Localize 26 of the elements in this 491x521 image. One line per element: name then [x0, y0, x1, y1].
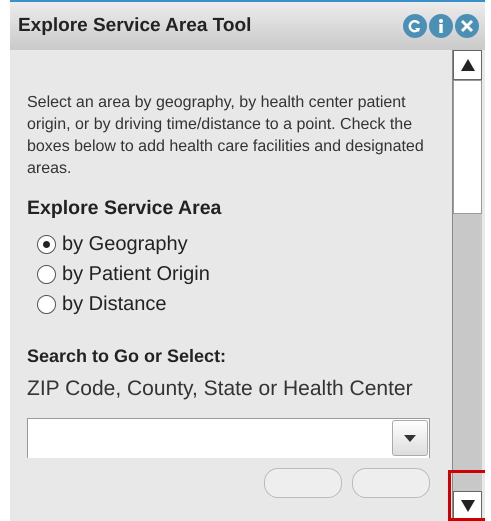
section-heading: Search to Go or Select: [27, 345, 228, 368]
info-button[interactable] [429, 14, 453, 38]
close-button[interactable] [455, 14, 479, 38]
dropdown-button[interactable] [392, 420, 428, 456]
close-icon [458, 17, 476, 35]
info-icon [439, 19, 443, 33]
down-triangle-icon [460, 500, 474, 512]
radio-button[interactable] [37, 264, 56, 284]
caret-icon [404, 434, 416, 442]
scroll-thumb[interactable] [453, 80, 482, 214]
radio-option[interactable]: by Patient Origin [27, 259, 430, 290]
search-combo-field[interactable] [27, 418, 430, 458]
highlight-frame [448, 470, 485, 521]
scroll-up-button[interactable] [453, 50, 482, 80]
scrollbar[interactable] [452, 50, 482, 521]
refresh-button[interactable] [403, 14, 427, 38]
radio-option[interactable]: by Distance [27, 289, 430, 320]
search-hint-text: ZIP Code, County, State or Health Center [27, 376, 414, 402]
section-heading: Explore Service Area [27, 196, 222, 221]
radio-button[interactable] [37, 234, 56, 254]
description-text: Select an area by geography, by health center patient origin, or by driving time/distance to a point. Check the boxes below to add health care facilities and designated areas. [27, 93, 425, 179]
radio-button[interactable] [37, 294, 56, 314]
window-title: Explore Service Area Tool [18, 14, 252, 38]
radio-option[interactable]: by Geography [27, 229, 430, 260]
scroll-down-button[interactable] [453, 491, 482, 521]
up-triangle-icon [460, 59, 474, 71]
